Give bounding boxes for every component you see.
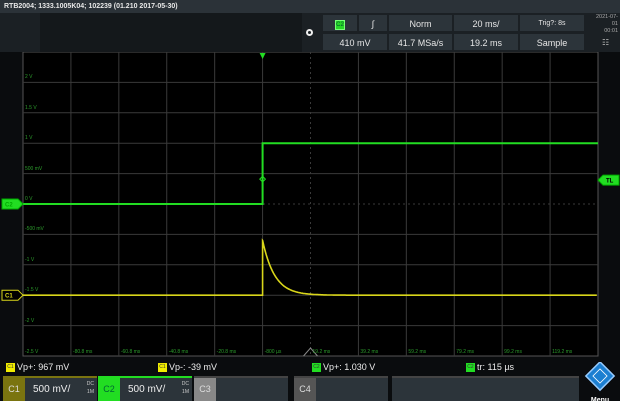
trigger-slope-button[interactable]: ∫ xyxy=(358,14,388,32)
header-blank-area xyxy=(40,13,302,52)
sample-rate: 41.7 MSa/s xyxy=(388,33,453,51)
trigger-level-button[interactable]: 410 mV xyxy=(322,33,388,51)
y-axis-label: 1.5 V xyxy=(25,104,37,111)
channel-tag: C1 xyxy=(3,378,25,401)
x-axis-label: 99.2 ms xyxy=(504,349,522,355)
acquisition-mode-button[interactable]: Sample xyxy=(519,33,585,51)
coupling: DC xyxy=(86,381,94,387)
measurement-1[interactable]: C1 Vp+: 967 mV xyxy=(6,361,69,374)
x-axis-label: -2.5 V xyxy=(25,349,39,355)
y-axis-label: -500 mV xyxy=(25,226,44,233)
channel-scale: 500 mV/ xyxy=(33,384,71,395)
x-axis-label: 79.2 ms xyxy=(456,349,475,355)
measurement-value: Vp-: -39 mV xyxy=(169,362,218,372)
x-axis-label: -800 µs xyxy=(264,349,282,355)
channel-coupling: DC 1M xyxy=(182,380,189,396)
y-axis-label: 1 V xyxy=(25,135,33,142)
channel-coupling: DC 1M xyxy=(87,380,94,396)
c2-offset-marker[interactable]: C2 xyxy=(1,198,24,210)
measurement-channel-badge: C2 xyxy=(312,363,321,373)
y-axis-label: 2 V xyxy=(25,74,33,81)
measurement-value: tr: 115 µs xyxy=(477,362,515,372)
y-axis-label: -1 V xyxy=(25,256,35,263)
channel-tag: C2 xyxy=(98,378,120,401)
y-axis-label: -2 V xyxy=(25,317,35,324)
measurement-value: Vp+: 1.030 V xyxy=(323,362,376,372)
time: 00:01 xyxy=(604,28,618,34)
impedance: 1M xyxy=(87,389,94,395)
coupling: DC xyxy=(181,381,189,387)
x-axis-label: 39.2 ms xyxy=(360,349,379,355)
x-axis-label: 59.2 ms xyxy=(408,349,427,355)
rs-logo-icon xyxy=(584,360,616,392)
channel-tag: C3 xyxy=(194,378,216,401)
trigger-source-badge: C2 xyxy=(335,19,345,30)
c1-offset-marker[interactable]: C1 xyxy=(1,289,24,301)
measurement-4[interactable]: C2 tr: 115 µs xyxy=(466,361,514,374)
y-axis-label: -1.5 V xyxy=(25,287,39,294)
trigger-status: Trig?: 8s xyxy=(519,14,585,32)
measurement-channel-badge: C2 xyxy=(466,363,475,373)
svg-text:TL: TL xyxy=(606,179,614,185)
channel-c4-button[interactable]: C4 xyxy=(294,376,388,401)
trigger-mode-button[interactable]: Norm xyxy=(388,14,453,32)
trigger-source-button[interactable]: C2 xyxy=(322,14,358,32)
datetime: 2021-07-01 00:01 xyxy=(590,14,618,35)
svg-text:C2: C2 xyxy=(5,203,13,209)
empty-softkey xyxy=(392,376,579,401)
x-axis-label: -80.8 ms xyxy=(72,349,93,355)
measurement-channel-badge: C1 xyxy=(6,363,15,373)
impedance: 1M xyxy=(182,389,189,395)
measurement-2[interactable]: C1 Vp-: -39 mV xyxy=(158,361,217,374)
x-axis-label: 19.2 ms xyxy=(312,349,331,355)
network-icon: ☷ xyxy=(602,38,610,47)
time-position-button[interactable]: 19.2 ms xyxy=(453,33,519,51)
x-axis-label: -20.8 ms xyxy=(216,349,237,355)
time-scale-button[interactable]: 20 ms/ xyxy=(453,14,519,32)
x-axis-label: -60.8 ms xyxy=(120,349,141,355)
svg-text:C1: C1 xyxy=(5,294,13,300)
oscilloscope-screen: RTB2004; 1333.1005K04; 102239 (01.210 20… xyxy=(0,0,620,404)
title-bar: RTB2004; 1333.1005K04; 102239 (01.210 20… xyxy=(0,0,620,13)
waveform-grid: C2 C1 TL xyxy=(1,52,620,357)
trigger-level-marker[interactable]: TL xyxy=(597,174,620,186)
x-axis-label: -40.8 ms xyxy=(168,349,189,355)
channel-scale: 500 mV/ xyxy=(128,384,166,395)
menu-button[interactable]: Menu xyxy=(581,360,619,404)
date: 2021-07-01 xyxy=(595,14,618,27)
y-axis-label: 0 V xyxy=(25,196,33,202)
channel-c3-button[interactable]: C3 xyxy=(194,376,288,401)
rotary-knob-icon[interactable] xyxy=(306,29,313,36)
measurement-channel-badge: C1 xyxy=(158,363,167,373)
measurement-value: Vp+: 967 mV xyxy=(17,362,70,372)
x-axis-label: 119.2 ms xyxy=(552,349,573,355)
channel-c1-button[interactable]: C1 500 mV/DC 1M xyxy=(3,376,97,401)
y-axis-label: 500 mV xyxy=(25,165,43,172)
channel-c2-button[interactable]: C2 500 mV/DC 1M xyxy=(98,376,192,401)
measurement-3[interactable]: C2 Vp+: 1.030 V xyxy=(312,361,375,374)
channel-tag: C4 xyxy=(294,378,316,401)
